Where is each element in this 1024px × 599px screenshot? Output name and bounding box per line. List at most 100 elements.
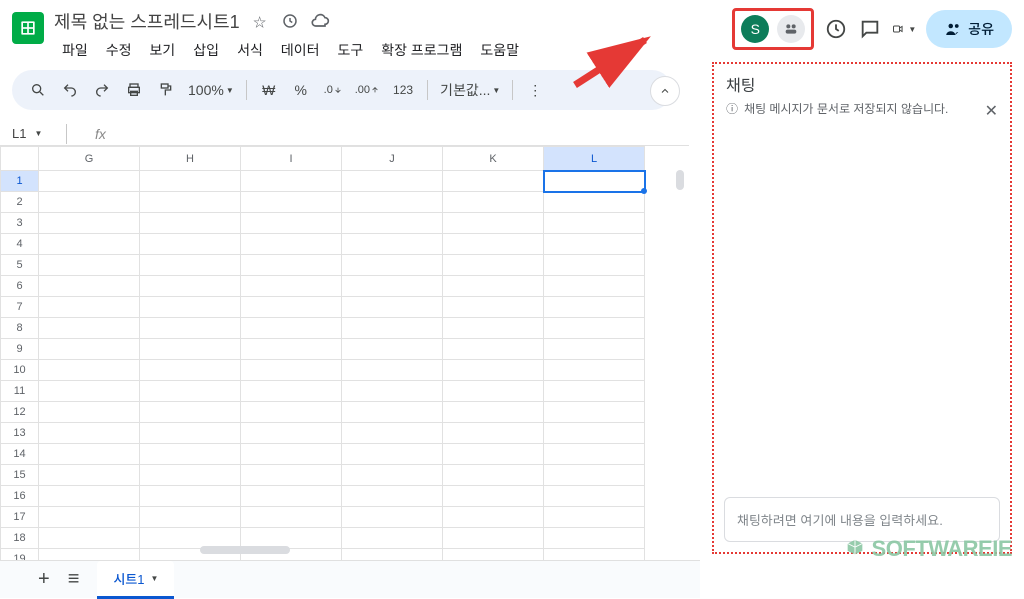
open-chat-button[interactable] xyxy=(777,15,805,43)
cell[interactable] xyxy=(342,192,443,213)
cell[interactable] xyxy=(140,171,241,192)
cell[interactable] xyxy=(39,276,140,297)
cell[interactable] xyxy=(39,465,140,486)
row-header[interactable]: 18 xyxy=(1,528,39,549)
cell[interactable] xyxy=(443,381,544,402)
cell[interactable] xyxy=(342,402,443,423)
cell[interactable] xyxy=(241,297,342,318)
menu-format[interactable]: 서식 xyxy=(229,36,271,64)
cell[interactable] xyxy=(544,402,645,423)
increase-decimal-button[interactable]: .00 xyxy=(351,76,383,104)
column-header[interactable]: G xyxy=(39,147,140,171)
menu-tools[interactable]: 도구 xyxy=(329,36,371,64)
share-button[interactable]: 공유 xyxy=(926,10,1012,48)
row-header[interactable]: 15 xyxy=(1,465,39,486)
spreadsheet-grid[interactable]: GHIJKL12345678910111213141516171819 xyxy=(0,146,690,570)
cell[interactable] xyxy=(39,507,140,528)
cell[interactable] xyxy=(443,255,544,276)
cell[interactable] xyxy=(443,507,544,528)
cell[interactable] xyxy=(443,234,544,255)
add-sheet-button[interactable]: + xyxy=(38,568,50,591)
cell[interactable] xyxy=(241,423,342,444)
collaborator-avatar[interactable]: S xyxy=(741,15,769,43)
cell[interactable] xyxy=(544,381,645,402)
row-header[interactable]: 12 xyxy=(1,402,39,423)
cell[interactable] xyxy=(140,213,241,234)
cell[interactable] xyxy=(443,465,544,486)
menu-edit[interactable]: 수정 xyxy=(98,36,140,64)
cell[interactable] xyxy=(342,234,443,255)
row-header[interactable]: 1 xyxy=(1,171,39,192)
cell[interactable] xyxy=(39,486,140,507)
column-header[interactable]: K xyxy=(443,147,544,171)
row-header[interactable]: 17 xyxy=(1,507,39,528)
cell[interactable] xyxy=(39,423,140,444)
cell[interactable] xyxy=(342,297,443,318)
cell[interactable] xyxy=(342,360,443,381)
cell[interactable] xyxy=(443,486,544,507)
search-icon[interactable] xyxy=(24,76,52,104)
cell[interactable] xyxy=(544,465,645,486)
close-icon[interactable]: ✕ xyxy=(985,100,998,124)
cell[interactable] xyxy=(140,276,241,297)
cell[interactable] xyxy=(241,234,342,255)
menu-view[interactable]: 보기 xyxy=(142,36,184,64)
cell[interactable] xyxy=(443,339,544,360)
row-header[interactable]: 9 xyxy=(1,339,39,360)
cell[interactable] xyxy=(241,381,342,402)
font-dropdown[interactable]: 기본값...▼ xyxy=(436,76,504,104)
name-box[interactable]: L1▼ xyxy=(12,126,62,141)
cell[interactable] xyxy=(241,402,342,423)
cell[interactable] xyxy=(544,507,645,528)
column-header[interactable]: H xyxy=(140,147,241,171)
cell[interactable] xyxy=(39,297,140,318)
cell[interactable] xyxy=(342,255,443,276)
cell[interactable] xyxy=(544,255,645,276)
undo-button[interactable] xyxy=(56,76,84,104)
meet-button[interactable]: ▼ xyxy=(892,17,916,41)
cell[interactable] xyxy=(443,192,544,213)
cell[interactable] xyxy=(342,486,443,507)
column-header[interactable]: I xyxy=(241,147,342,171)
cell[interactable] xyxy=(140,465,241,486)
cell[interactable] xyxy=(39,192,140,213)
cell[interactable] xyxy=(241,255,342,276)
cell[interactable] xyxy=(342,213,443,234)
cell[interactable] xyxy=(39,234,140,255)
row-header[interactable]: 7 xyxy=(1,297,39,318)
cell[interactable] xyxy=(443,297,544,318)
cell[interactable] xyxy=(241,192,342,213)
cell[interactable] xyxy=(39,255,140,276)
column-header[interactable]: L xyxy=(544,147,645,171)
cell[interactable] xyxy=(140,192,241,213)
cell[interactable] xyxy=(39,402,140,423)
cell[interactable] xyxy=(140,318,241,339)
cell[interactable] xyxy=(140,486,241,507)
cell[interactable] xyxy=(39,339,140,360)
cell[interactable] xyxy=(443,213,544,234)
menu-file[interactable]: 파일 xyxy=(54,36,96,64)
comment-icon[interactable] xyxy=(858,17,882,41)
cell[interactable] xyxy=(443,402,544,423)
cell[interactable] xyxy=(443,318,544,339)
cell[interactable] xyxy=(140,234,241,255)
cell[interactable] xyxy=(544,213,645,234)
cell[interactable] xyxy=(443,171,544,192)
cell[interactable] xyxy=(140,444,241,465)
cell[interactable] xyxy=(39,381,140,402)
cell[interactable] xyxy=(140,360,241,381)
decrease-decimal-button[interactable]: .0 xyxy=(319,76,347,104)
cell[interactable] xyxy=(39,171,140,192)
cell[interactable] xyxy=(342,381,443,402)
cell[interactable] xyxy=(443,444,544,465)
zoom-dropdown[interactable]: 100%▼ xyxy=(184,76,238,104)
cell[interactable] xyxy=(544,423,645,444)
cell[interactable] xyxy=(241,318,342,339)
cell[interactable] xyxy=(443,360,544,381)
cell[interactable] xyxy=(544,234,645,255)
cell[interactable] xyxy=(140,423,241,444)
paint-format-button[interactable] xyxy=(152,76,180,104)
row-header[interactable]: 4 xyxy=(1,234,39,255)
cell[interactable] xyxy=(342,339,443,360)
history-icon[interactable] xyxy=(824,17,848,41)
